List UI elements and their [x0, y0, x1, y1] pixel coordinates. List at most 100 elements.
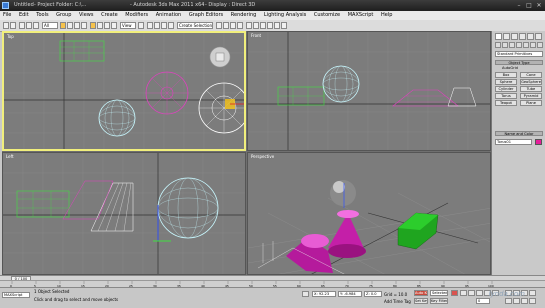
menu-views[interactable]: Views [76, 11, 96, 20]
select-rotate-icon[interactable] [97, 22, 103, 29]
pivot-icon[interactable] [111, 22, 117, 29]
modify-tab-icon[interactable] [503, 33, 510, 40]
object-color-swatch[interactable] [535, 139, 542, 145]
primitive-type-dropdown[interactable]: Standard Primitives [495, 51, 543, 57]
object-name-field[interactable]: Torus01 [495, 139, 532, 145]
menu-customize[interactable]: Customize [311, 11, 343, 20]
mirror-icon[interactable] [216, 22, 222, 29]
previous-frame-icon[interactable] [468, 290, 475, 296]
object-type-rollout[interactable]: Object Type [495, 60, 543, 65]
field-of-view-icon[interactable] [505, 298, 512, 304]
tube-button[interactable]: Tube [520, 86, 542, 92]
plane-button[interactable]: Plane [520, 100, 542, 106]
menu-help[interactable]: Help [378, 11, 395, 20]
maximize-viewport-icon[interactable] [529, 298, 536, 304]
layers-icon[interactable] [230, 22, 236, 29]
minimize-icon[interactable]: – [515, 2, 523, 9]
go-to-start-icon[interactable] [460, 290, 467, 296]
bind-spacewarp-icon[interactable] [33, 22, 39, 29]
torus-button[interactable]: Torus [495, 93, 517, 99]
viewport-perspective[interactable]: Perspective [247, 152, 491, 275]
pan-view-icon[interactable] [513, 298, 520, 304]
pyramid-button[interactable]: Pyramid [520, 93, 542, 99]
material-editor-icon[interactable] [260, 22, 266, 29]
z-coordinate-field[interactable]: Z: 0.0 [364, 291, 382, 297]
snaps-icon[interactable] [147, 22, 153, 29]
set-key-icon[interactable] [451, 290, 458, 296]
select-object-icon[interactable] [60, 22, 66, 29]
lock-selection-icon[interactable] [302, 291, 309, 297]
rendered-frame-icon[interactable] [274, 22, 280, 29]
render-setup-icon[interactable] [267, 22, 273, 29]
render-icon[interactable] [281, 22, 287, 29]
create-tab-icon[interactable] [495, 33, 502, 40]
auto-key-button[interactable]: Auto Key [414, 290, 428, 296]
motion-tab-icon[interactable] [519, 33, 526, 40]
lights-icon[interactable] [509, 42, 515, 48]
name-and-color-rollout[interactable]: Name and Color [495, 131, 543, 136]
curve-editor-icon[interactable] [246, 22, 252, 29]
viewport-left[interactable]: Left [2, 152, 246, 275]
display-tab-icon[interactable] [527, 33, 534, 40]
viewport-front[interactable]: Front [247, 31, 491, 151]
systems-icon[interactable] [537, 42, 543, 48]
set-key-button[interactable]: Set Key [414, 298, 428, 304]
menu-maxscript[interactable]: MAXScript [345, 11, 377, 20]
cone-button[interactable]: Cone [520, 72, 542, 78]
window-crossing-icon[interactable] [81, 22, 87, 29]
space-warps-icon[interactable] [530, 42, 536, 48]
autogrid-checkbox[interactable]: AutoGrid [502, 66, 518, 70]
sphere-button[interactable]: Sphere [495, 79, 517, 85]
menu-create[interactable]: Create [98, 11, 121, 20]
zoom-extents-all-icon[interactable] [529, 290, 536, 296]
menu-modifiers[interactable]: Modifiers [122, 11, 151, 20]
helpers-icon[interactable] [523, 42, 529, 48]
reference-coord-dropdown[interactable]: View [120, 22, 136, 29]
cameras-icon[interactable] [516, 42, 522, 48]
box-button[interactable]: Box [495, 72, 517, 78]
select-scale-icon[interactable] [104, 22, 110, 29]
hierarchy-tab-icon[interactable] [511, 33, 518, 40]
selection-filter-dropdown[interactable]: All [42, 22, 58, 29]
select-move-icon[interactable] [90, 22, 96, 29]
x-coordinate-field[interactable]: X: 92.23 [312, 291, 336, 297]
menu-group[interactable]: Group [53, 11, 74, 20]
cylinder-button[interactable]: Cylinder [495, 86, 517, 92]
geometry-icon[interactable] [495, 42, 501, 48]
key-filters-button[interactable]: Key Filters... [430, 298, 448, 304]
viewport-top[interactable]: Top [2, 31, 246, 151]
angle-snap-icon[interactable] [154, 22, 160, 29]
add-time-tag[interactable]: Add Time Tag [384, 299, 411, 304]
graphite-icon[interactable] [237, 22, 243, 29]
close-icon[interactable]: ✕ [535, 2, 543, 9]
menu-tools[interactable]: Tools [33, 11, 51, 20]
3dsmax-app-icon[interactable] [2, 2, 9, 9]
shapes-icon[interactable] [502, 42, 508, 48]
rectangle-region-icon[interactable] [74, 22, 80, 29]
menu-rendering[interactable]: Rendering [228, 11, 260, 20]
menu-graph-editors[interactable]: Graph Editors [186, 11, 226, 20]
unlink-icon[interactable] [26, 22, 32, 29]
named-selection-field[interactable]: Create Selection Set [177, 22, 213, 29]
undo-icon[interactable] [3, 22, 9, 29]
manipulate-icon[interactable] [138, 22, 144, 29]
align-icon[interactable] [223, 22, 229, 29]
play-icon[interactable] [476, 290, 483, 296]
maxscript-listener[interactable]: MAXScript [2, 292, 30, 298]
menu-edit[interactable]: Edit [16, 11, 32, 20]
utilities-tab-icon[interactable] [535, 33, 542, 40]
menu-file[interactable]: File [0, 11, 14, 20]
select-link-icon[interactable] [19, 22, 25, 29]
menu-lighting-analysis[interactable]: Lighting Analysis [261, 11, 309, 20]
current-frame-field[interactable]: 0 [476, 298, 490, 304]
maximize-icon[interactable]: □ [525, 2, 533, 9]
y-coordinate-field[interactable]: Y: -6.984 [338, 291, 362, 297]
teapot-button[interactable]: Teapot [495, 100, 517, 106]
percent-snap-icon[interactable] [161, 22, 167, 29]
redo-icon[interactable] [10, 22, 16, 29]
orbit-icon[interactable] [521, 298, 528, 304]
spinner-snap-icon[interactable] [168, 22, 174, 29]
schematic-icon[interactable] [253, 22, 259, 29]
menu-animation[interactable]: Animation [153, 11, 185, 20]
select-by-name-icon[interactable] [67, 22, 73, 29]
